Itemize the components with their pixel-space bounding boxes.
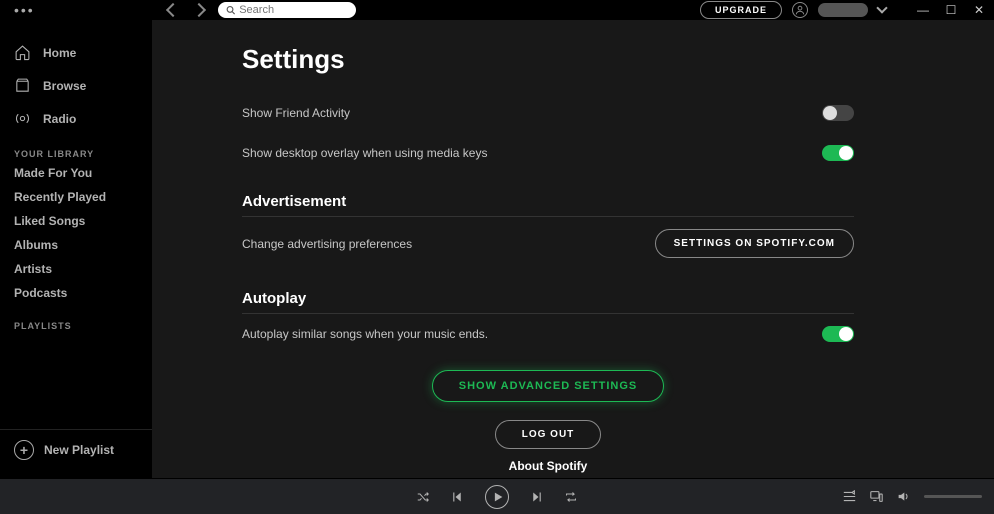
queue-button[interactable] (843, 490, 856, 503)
toggle-overlay[interactable] (822, 145, 854, 161)
sidebar-item-made-for-you[interactable]: Made For You (0, 161, 152, 185)
user-icon[interactable] (792, 2, 808, 18)
search-input[interactable] (235, 4, 348, 16)
sidebar-item-artists[interactable]: Artists (0, 257, 152, 281)
window-maximize-icon[interactable]: ☐ (944, 4, 958, 16)
sidebar-item-radio[interactable]: Radio (0, 102, 152, 135)
sidebar-item-recently-played[interactable]: Recently Played (0, 185, 152, 209)
content-area: Settings Show Friend Activity Show deskt… (152, 20, 994, 478)
browse-icon (14, 77, 31, 94)
plus-icon: + (14, 440, 34, 460)
setting-label-advertising: Change advertising preferences (242, 237, 412, 251)
window-close-icon[interactable]: ✕ (972, 4, 986, 16)
new-playlist-button[interactable]: + New Playlist (0, 429, 152, 478)
sidebar-item-label: Browse (43, 79, 86, 93)
toggle-autoplay[interactable] (822, 326, 854, 342)
playlists-header: PLAYLISTS (0, 305, 152, 335)
setting-label-autoplay: Autoplay similar songs when your music e… (242, 327, 488, 341)
setting-label-friend-activity: Show Friend Activity (242, 106, 350, 120)
search-icon (226, 5, 235, 15)
show-advanced-settings-button[interactable]: SHOW ADVANCED SETTINGS (432, 370, 664, 402)
sidebar: Home Browse Radio YOUR LIBRARY Made For … (0, 20, 152, 478)
next-button[interactable] (531, 491, 543, 503)
toggle-friend-activity[interactable] (822, 105, 854, 121)
devices-button[interactable] (870, 490, 883, 503)
repeat-button[interactable] (565, 491, 577, 503)
volume-button[interactable] (897, 490, 910, 503)
user-menu-chevron-icon[interactable] (876, 2, 887, 13)
nav-forward-icon[interactable] (192, 3, 206, 17)
new-playlist-label: New Playlist (44, 443, 114, 457)
search-box[interactable] (218, 2, 356, 18)
settings-on-spotify-button[interactable]: SETTINGS ON SPOTIFY.COM (655, 229, 854, 258)
sidebar-item-podcasts[interactable]: Podcasts (0, 281, 152, 305)
section-autoplay: Autoplay (242, 290, 854, 314)
setting-label-overlay: Show desktop overlay when using media ke… (242, 146, 487, 160)
sidebar-item-label: Home (43, 46, 76, 60)
previous-button[interactable] (451, 491, 463, 503)
sidebar-item-label: Radio (43, 112, 76, 126)
about-spotify-label: About Spotify (242, 459, 854, 473)
upgrade-button[interactable]: UPGRADE (700, 1, 782, 19)
sidebar-item-liked-songs[interactable]: Liked Songs (0, 209, 152, 233)
home-icon (14, 44, 31, 61)
shuffle-button[interactable] (417, 491, 429, 503)
sidebar-item-albums[interactable]: Albums (0, 233, 152, 257)
sidebar-item-browse[interactable]: Browse (0, 69, 152, 102)
page-title: Settings (242, 44, 854, 75)
logout-button[interactable]: LOG OUT (495, 420, 602, 449)
radio-icon (14, 110, 31, 127)
player-bar (0, 478, 994, 514)
nav-back-icon[interactable] (166, 3, 180, 17)
window-minimize-icon[interactable]: — (916, 4, 930, 16)
section-advertisement: Advertisement (242, 193, 854, 217)
play-button[interactable] (485, 485, 509, 509)
user-name-pill[interactable] (818, 3, 868, 17)
sidebar-item-home[interactable]: Home (0, 36, 152, 69)
volume-slider[interactable] (924, 495, 982, 498)
app-menu-dots[interactable]: ••• (14, 2, 35, 18)
library-header: YOUR LIBRARY (0, 141, 152, 161)
